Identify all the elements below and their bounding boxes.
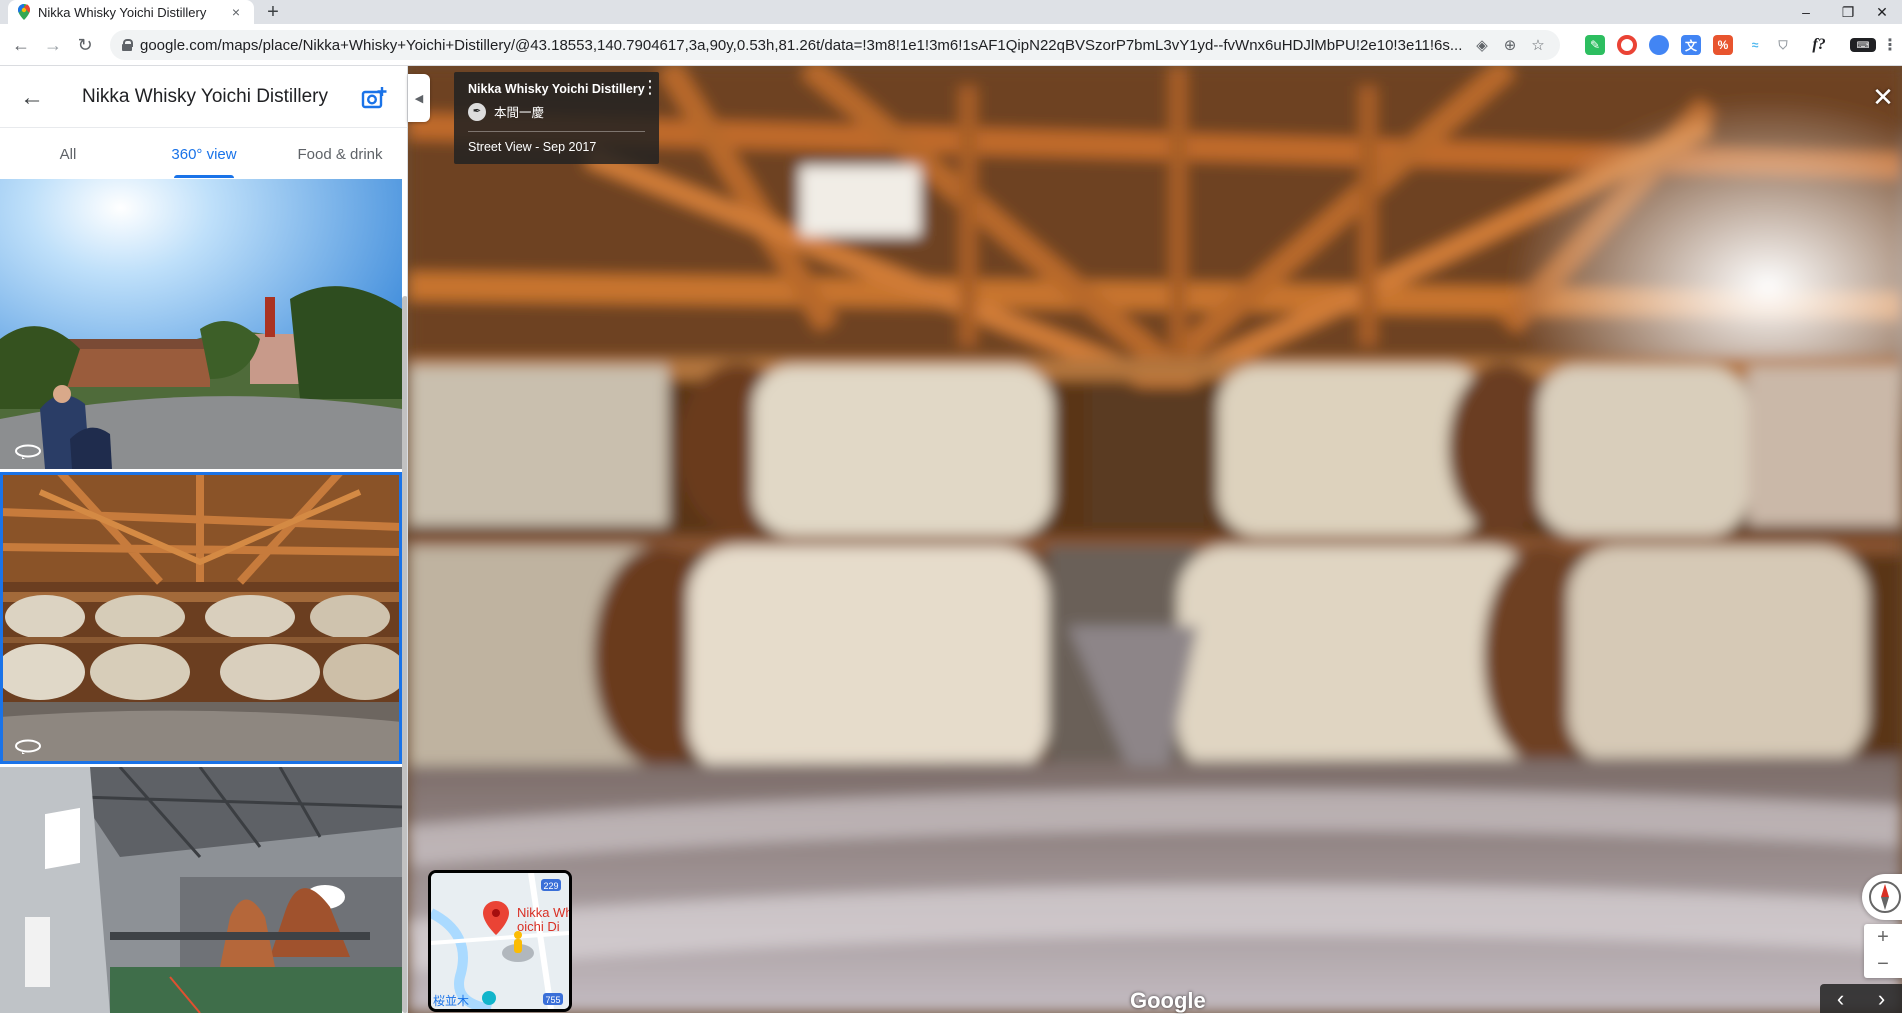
next-photo-button[interactable]: › bbox=[1861, 984, 1902, 1013]
place-panel: ← Nikka Whisky Yoichi Distillery All 360… bbox=[0, 66, 408, 1013]
bookmark-star-icon[interactable]: ☆ bbox=[1528, 36, 1548, 54]
more-options-icon[interactable]: ⋮ bbox=[641, 78, 659, 102]
new-tab-button[interactable]: + bbox=[260, 0, 286, 24]
contributor-name[interactable]: 本間一慶 bbox=[494, 102, 544, 121]
minimap-place-label-2: oichi Di bbox=[517, 919, 560, 934]
photo-category-tabs: All 360° view Food & drink bbox=[0, 128, 407, 178]
location-icon[interactable]: ◈ bbox=[1472, 36, 1492, 54]
contributor[interactable]: ✒ 本間一慶 bbox=[468, 102, 645, 121]
google-logo: Google bbox=[1130, 988, 1206, 1013]
address-bar[interactable]: google.com/maps/place/Nikka+Whisky+Yoich… bbox=[110, 30, 1560, 60]
info-place-title[interactable]: Nikka Whisky Yoichi Distillery bbox=[468, 82, 645, 96]
thumb-exterior[interactable] bbox=[0, 179, 402, 469]
back-button[interactable]: ← bbox=[8, 32, 34, 58]
thumb-still-house[interactable] bbox=[0, 767, 402, 1013]
translate-icon[interactable]: 文 bbox=[1681, 35, 1701, 55]
photo-info-card: Nikka Whisky Yoichi Distillery ✒ 本間一慶 St… bbox=[454, 72, 659, 164]
browser-tab-bar: Nikka Whisky Yoichi Distillery × + – ❐ ✕ bbox=[0, 0, 1902, 24]
chrome-icon[interactable] bbox=[1617, 35, 1637, 55]
filmstrip-nav: ‹ › bbox=[1820, 984, 1902, 1013]
forward-button[interactable]: → bbox=[40, 32, 66, 58]
exterior-photo bbox=[0, 179, 402, 469]
install-icon[interactable]: ⊕ bbox=[1500, 36, 1520, 54]
360-view-icon bbox=[15, 444, 41, 459]
zoom-in-button[interactable]: + bbox=[1864, 924, 1902, 951]
panel-header: ← Nikka Whisky Yoichi Distillery bbox=[0, 66, 407, 128]
lock-icon bbox=[122, 39, 133, 51]
tab-all[interactable]: All bbox=[0, 128, 136, 178]
more-icon[interactable]: ⋮ bbox=[1880, 35, 1900, 55]
panorama-image bbox=[408, 66, 1902, 1013]
chrome-icon-2[interactable] bbox=[1649, 35, 1669, 55]
add-photo-icon[interactable] bbox=[360, 84, 388, 112]
compass-control[interactable] bbox=[1862, 874, 1902, 920]
street-view-panorama[interactable] bbox=[408, 66, 1902, 1013]
thumb-barrel-warehouse[interactable] bbox=[0, 472, 402, 764]
barrel-warehouse-photo bbox=[0, 472, 402, 764]
pocket-icon[interactable]: % bbox=[1713, 35, 1733, 55]
360-view-icon bbox=[15, 739, 41, 754]
road-755-label: 755 bbox=[545, 995, 560, 1005]
tab-title: Nikka Whisky Yoichi Distillery bbox=[38, 4, 207, 20]
tab-food-and-drink[interactable]: Food & drink bbox=[272, 128, 407, 178]
minimize-window-button[interactable]: – bbox=[1786, 0, 1826, 24]
minimap-poi-label: 桜並木 bbox=[433, 994, 469, 1008]
evernote-icon[interactable]: ✎ bbox=[1585, 35, 1605, 55]
capture-date: Street View - Sep 2017 bbox=[468, 140, 597, 154]
divider bbox=[468, 131, 645, 132]
mini-map-canvas: 229 755 Nikka Whi oichi Di 桜並木 bbox=[431, 873, 569, 1009]
ai-icon[interactable]: ≈ bbox=[1745, 35, 1765, 55]
compass-icon bbox=[1869, 881, 1901, 913]
close-viewer-button[interactable]: ✕ bbox=[1870, 82, 1896, 112]
browser-toolbar: ← → ↻ google.com/maps/place/Nikka+Whisky… bbox=[0, 24, 1902, 66]
photo-thumbnail-list bbox=[0, 179, 402, 1013]
previous-photo-button[interactable]: ‹ bbox=[1820, 984, 1861, 1013]
back-arrow-icon[interactable]: ← bbox=[18, 84, 46, 112]
tab-close-icon[interactable]: × bbox=[228, 4, 244, 20]
formula-icon[interactable]: f? bbox=[1809, 35, 1829, 55]
shield-icon[interactable]: ⛉ bbox=[1773, 35, 1793, 55]
close-window-button[interactable]: ✕ bbox=[1862, 0, 1902, 24]
road-229-label: 229 bbox=[543, 881, 558, 891]
reload-button[interactable]: ↻ bbox=[72, 32, 98, 58]
still-house-photo bbox=[0, 767, 402, 1013]
url-text[interactable]: google.com/maps/place/Nikka+Whisky+Yoich… bbox=[140, 37, 1464, 54]
browser-tab[interactable]: Nikka Whisky Yoichi Distillery × bbox=[8, 0, 254, 24]
minimap-place-label-1: Nikka Whi bbox=[517, 905, 569, 920]
collapse-panel-button[interactable]: ◀ bbox=[408, 74, 430, 122]
mini-map[interactable]: 229 755 Nikka Whi oichi Di 桜並木 bbox=[428, 870, 572, 1012]
zoom-control: + − bbox=[1864, 924, 1902, 978]
place-title: Nikka Whisky Yoichi Distillery bbox=[81, 86, 328, 107]
avatar[interactable]: ✒ bbox=[468, 102, 486, 121]
zoom-out-button[interactable]: − bbox=[1864, 951, 1902, 978]
maps-favicon-icon bbox=[18, 4, 30, 20]
keyboard-icon[interactable]: ⌨ bbox=[1850, 38, 1876, 52]
tab-360-view[interactable]: 360° view bbox=[136, 128, 272, 178]
